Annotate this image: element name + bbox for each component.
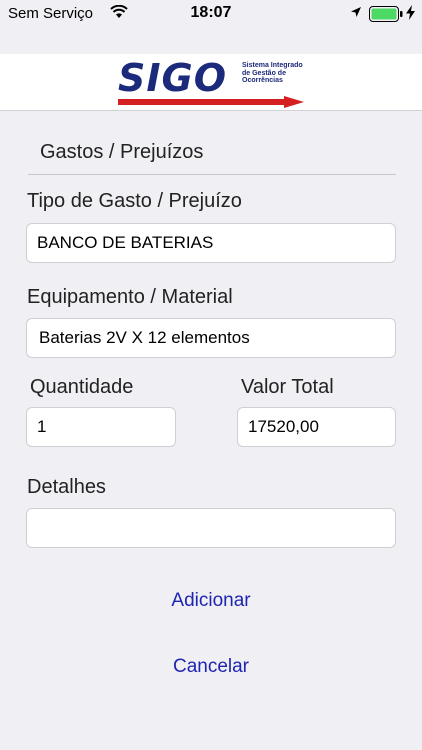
- battery-icon: [369, 6, 403, 22]
- logo-wordmark: SIGO: [118, 56, 228, 100]
- add-button[interactable]: Adicionar: [0, 590, 422, 612]
- equipamento-field[interactable]: [26, 318, 396, 358]
- charging-icon: [406, 5, 415, 20]
- section-title: Gastos / Prejuízos: [40, 141, 204, 163]
- equipamento-label: Equipamento / Material: [27, 286, 233, 308]
- detalhes-label: Detalhes: [27, 476, 106, 498]
- quantidade-label: Quantidade: [30, 376, 134, 398]
- valor-total-field[interactable]: [237, 407, 396, 447]
- section-divider: [28, 174, 396, 175]
- tipo-gasto-label: Tipo de Gasto / Prejuízo: [27, 190, 242, 212]
- quantidade-field[interactable]: [26, 407, 176, 447]
- sigo-logo: SIGO Sistema Integrado de Gestão de Ocor…: [118, 58, 304, 108]
- detalhes-field[interactable]: [26, 508, 396, 548]
- logo-arrow-graphic: [118, 96, 304, 108]
- logo-tagline: Sistema Integrado de Gestão de Ocorrênci…: [242, 62, 303, 84]
- cancel-button[interactable]: Cancelar: [0, 656, 422, 678]
- status-bar: Sem Serviço 18:07: [0, 0, 422, 28]
- app-header: SIGO Sistema Integrado de Gestão de Ocor…: [0, 54, 422, 111]
- tipo-gasto-field[interactable]: [26, 223, 396, 263]
- valor-total-label: Valor Total: [241, 376, 334, 398]
- location-arrow-icon: [351, 7, 361, 17]
